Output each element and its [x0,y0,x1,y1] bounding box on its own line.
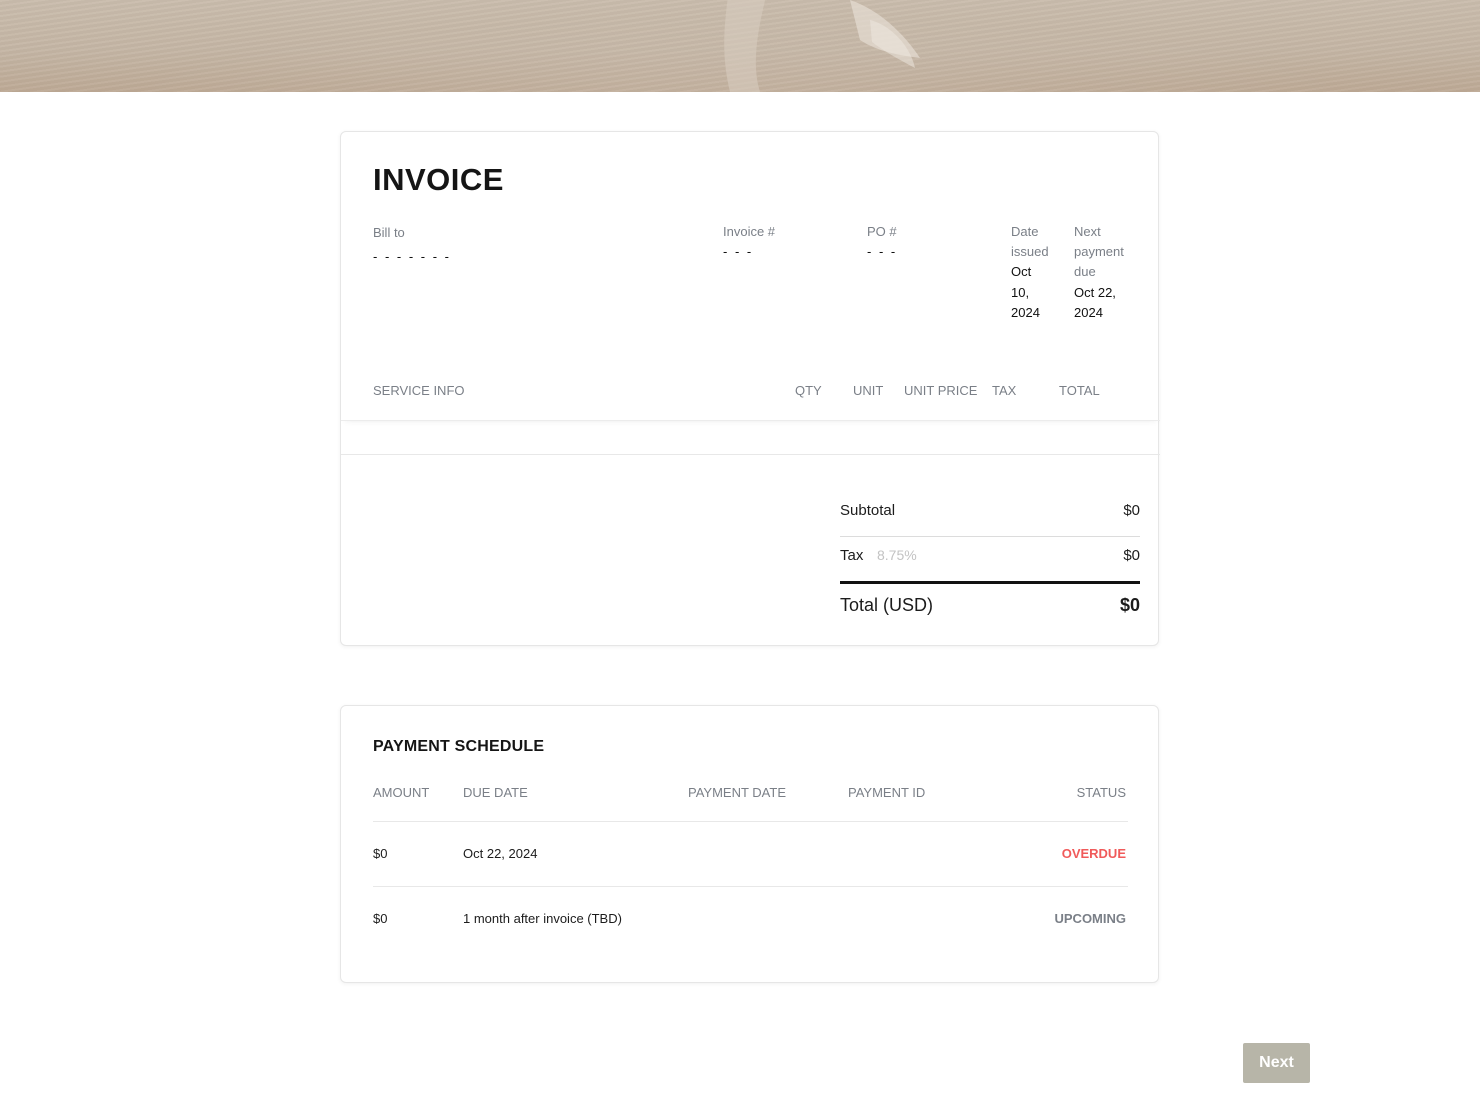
date-issued-label-line: Date [1011,224,1039,239]
row-amount: $0 [373,911,388,926]
column-due-date: DUE DATE [463,785,528,800]
banner-figure-image [724,0,920,92]
payment-schedule-card: PAYMENT SCHEDULE AMOUNT DUE DATE PAYMENT… [340,705,1159,983]
row-amount: $0 [373,846,388,861]
invoice-title: INVOICE [373,162,504,197]
tax-value: $0 [1123,547,1140,564]
service-table-divider [341,454,1160,455]
schedule-divider [373,821,1128,822]
header-banner-image [0,0,1480,92]
column-qty: QTY [795,383,822,398]
subtotal-row: Subtotal $0 [840,502,1140,547]
column-tax: TAX [992,383,1017,398]
total-value: $0 [1119,595,1140,615]
next-due-label-line: payment [1074,244,1124,259]
totals-summary: Subtotal $0 Tax 8.75% $0 Total (USD) $0 [840,502,1140,640]
status-badge-upcoming: UPCOMING [1054,911,1127,926]
row-due-date: Oct 22, 2024 [463,846,538,861]
po-number-label: PO # [867,224,897,239]
next-due-label-line: due [1074,264,1096,279]
row-due-date: 1 month after invoice (TBD) [463,911,622,926]
column-service-info: SERVICE INFO [373,383,465,398]
column-payment-date: PAYMENT DATE [688,785,786,800]
column-amount: AMOUNT [373,785,430,800]
column-total: TOTAL [1059,383,1100,398]
date-issued-value-line: Oct [1011,264,1032,279]
total-row: Total (USD) $0 [840,595,1140,640]
schedule-divider [373,886,1128,887]
total-label: Total (USD) [840,595,934,615]
bill-to-label: Bill to [373,225,405,240]
next-due-value-line: Oct 22, [1074,285,1116,300]
next-button[interactable]: Next [1243,1043,1310,1083]
service-table-header: SERVICE INFO QTY UNIT UNIT PRICE TAX TOT… [341,371,1160,421]
column-unit-price: UNIT PRICE [904,383,978,398]
status-badge-overdue: OVERDUE [1061,846,1126,861]
column-unit: UNIT [853,383,884,398]
tax-row: Tax 8.75% $0 [840,547,1140,592]
date-issued-label-line: issued [1011,244,1049,259]
payment-schedule-title: PAYMENT SCHEDULE [373,738,545,755]
date-issued-value-line: 2024 [1011,305,1040,320]
invoice-card: INVOICE Bill to - - - - - - - Invoice # … [340,131,1160,646]
next-due-value-line: 2024 [1074,305,1103,320]
tax-label: Tax [840,547,864,564]
column-status: STATUS [1076,785,1126,800]
subtotal-label: Subtotal [840,502,896,519]
date-issued-value-line: 10, [1011,285,1030,300]
subtotal-value: $0 [1123,502,1140,519]
po-number-value: - - - [867,244,898,259]
column-payment-id: PAYMENT ID [848,785,926,800]
tax-rate: 8.75% [877,547,917,563]
invoice-number-label: Invoice # [723,224,776,239]
bill-to-value: - - - - - - - [373,249,451,264]
invoice-number-value: - - - [723,244,754,259]
next-due-label-line: Next [1074,224,1101,239]
